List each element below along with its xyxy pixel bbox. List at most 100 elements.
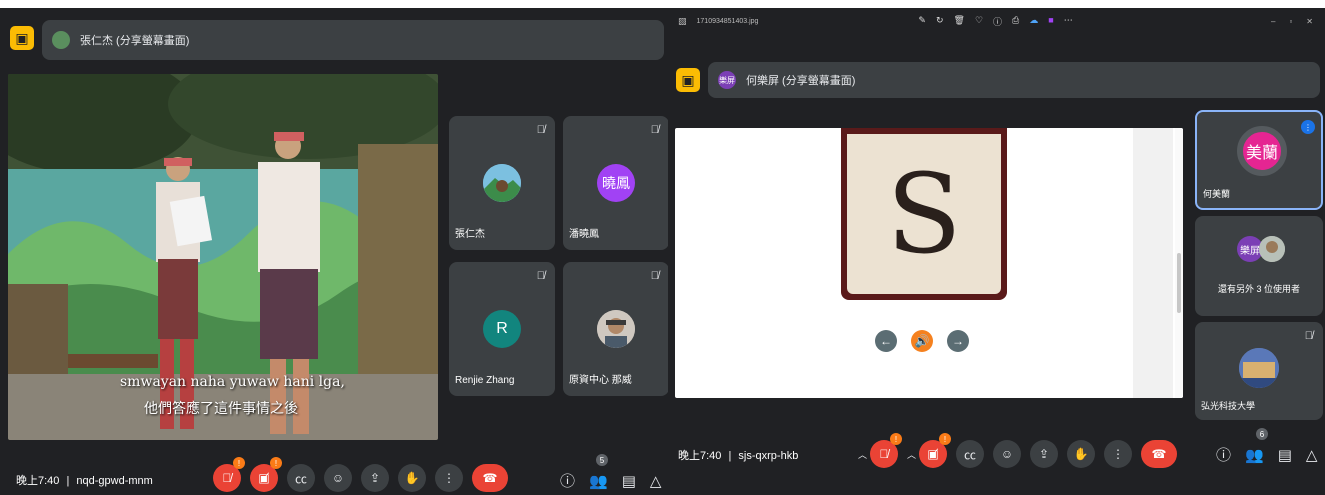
letter-card-inner: S bbox=[847, 134, 1001, 294]
viewer-toolbar: ✎ ↻ 🗑 ♡ ⓘ ⎙ ☁ ■ ⋯ bbox=[918, 15, 1072, 28]
emoji-button[interactable]: ☺ bbox=[993, 440, 1022, 468]
activities-icon[interactable]: △ bbox=[1306, 446, 1318, 464]
activities-icon[interactable]: △ bbox=[650, 472, 662, 490]
participant-tile[interactable]: 🎙̸ 曉鳳 潘曉鳳 bbox=[563, 116, 668, 250]
avatar bbox=[1259, 236, 1285, 262]
avatar-photo bbox=[1259, 236, 1285, 262]
participant-name: 何美蘭 bbox=[1203, 189, 1231, 199]
minimize-icon[interactable]: – bbox=[1271, 17, 1275, 26]
more-options-button[interactable]: ⋮ bbox=[435, 464, 463, 492]
favorite-icon[interactable]: ♡ bbox=[975, 15, 983, 28]
separator: | bbox=[66, 475, 70, 487]
chat-icon[interactable]: ▤ bbox=[1278, 446, 1292, 464]
people-icon[interactable]: 👥 bbox=[589, 472, 608, 490]
chevron-up-icon[interactable]: ︿ bbox=[858, 448, 867, 461]
participant-tile[interactable]: 🎙̸ 原資中心 那威 bbox=[563, 262, 668, 396]
participant-name: 潘曉鳳 bbox=[569, 229, 599, 240]
mic-off-icon: 🎙̸ bbox=[536, 124, 545, 136]
others-tile[interactable]: 樂屏 還有另外 3 位使用者 bbox=[1195, 216, 1323, 316]
chevron-up-icon[interactable]: ︿ bbox=[907, 448, 916, 461]
rotate-icon[interactable]: ↻ bbox=[936, 15, 944, 28]
people-count-badge: 6 bbox=[1256, 428, 1268, 440]
letter-card: S bbox=[841, 128, 1007, 300]
presenter-bar: 樂屏 何樂屏 (分享螢幕畫面) bbox=[708, 62, 1320, 98]
viewer-titlebar: ▧ 1710934851403.jpg ✎ ↻ 🗑 ♡ ⓘ ⎙ ☁ ■ ⋯ – … bbox=[668, 8, 1325, 34]
people-count-badge: 5 bbox=[596, 454, 608, 466]
separator: | bbox=[728, 450, 732, 462]
presenter-avatar: 樂屏 bbox=[718, 71, 736, 89]
control-bar: 🎙̸! ▣̸! ㏄ ☺ ⇪ ✋ ⋮ ☎ bbox=[213, 457, 508, 492]
edit-icon[interactable]: ✎ bbox=[918, 15, 926, 28]
alert-badge: ! bbox=[233, 457, 245, 469]
avatar: 美蘭 bbox=[1237, 126, 1287, 176]
side-icons: ⓘ 👥 ▤ △ bbox=[560, 470, 661, 491]
present-button[interactable]: ⇪ bbox=[361, 464, 389, 492]
more-icon[interactable]: ⋯ bbox=[1064, 15, 1073, 28]
leave-call-button[interactable]: ☎ bbox=[472, 464, 508, 492]
presenter-bar: 張仁杰 (分享螢幕畫面) bbox=[42, 20, 664, 60]
avatar bbox=[483, 164, 521, 202]
slide-nav: ← 🔊 → bbox=[875, 330, 969, 352]
mic-off-icon: 🎙̸ bbox=[1304, 330, 1313, 342]
raise-hand-button[interactable]: ✋ bbox=[1067, 440, 1096, 468]
participant-tile-speaking[interactable]: 美蘭 ⋮ 何美蘭 bbox=[1195, 110, 1323, 210]
participant-tile[interactable]: 🎙̸ 張仁杰 bbox=[449, 116, 555, 250]
present-button[interactable]: ⇪ bbox=[1030, 440, 1059, 468]
mic-toggle-button[interactable]: 🎙̸! bbox=[213, 457, 245, 492]
slide-letter: S bbox=[886, 150, 962, 278]
participant-name: Renjie Zhang bbox=[455, 375, 515, 386]
others-label: 還有另外 3 位使用者 bbox=[1217, 284, 1300, 294]
chat-icon[interactable]: ▤ bbox=[622, 472, 636, 490]
avatar: R bbox=[483, 310, 521, 348]
presenter-label: 何樂屏 (分享螢幕畫面) bbox=[746, 75, 856, 87]
participant-name: 張仁杰 bbox=[455, 229, 485, 240]
more-options-button[interactable]: ⋮ bbox=[1104, 440, 1133, 468]
info-icon[interactable]: ⓘ bbox=[1216, 444, 1231, 465]
speaking-indicator-icon: ⋮ bbox=[1301, 120, 1315, 134]
participant-name: 弘光科技大學 bbox=[1201, 401, 1256, 411]
participant-tile[interactable]: 🎙̸ R Renjie Zhang bbox=[449, 262, 555, 396]
captions-button[interactable]: ㏄ bbox=[287, 464, 315, 492]
control-bar: ︿ 🎙̸! ︿ ▣̸! ㏄ ☺ ⇪ ✋ ⋮ ☎ bbox=[858, 433, 1178, 468]
info-icon[interactable]: ⓘ bbox=[993, 15, 1002, 28]
presenter-avatar bbox=[52, 31, 70, 49]
next-arrow-icon[interactable]: → bbox=[947, 330, 969, 352]
camera-toggle-button[interactable]: ▣̸! bbox=[250, 457, 282, 492]
presentation-icon[interactable]: ▣ bbox=[10, 26, 34, 50]
avatar-photo bbox=[597, 310, 635, 348]
emoji-button[interactable]: ☺ bbox=[324, 464, 352, 492]
delete-icon[interactable]: 🗑 bbox=[954, 15, 965, 28]
clock: 晚上7:40 bbox=[16, 475, 60, 487]
shared-slide: S ← 🔊 → bbox=[675, 128, 1183, 398]
left-meet-screen: ▣ 張仁杰 (分享螢幕畫面) smwayan naha yuwaw hani l… bbox=[0, 8, 668, 495]
print-icon[interactable]: ⎙ bbox=[1012, 15, 1019, 28]
meeting-info: 晚上7:40 | nqd-gpwd-mnm bbox=[16, 472, 153, 488]
mic-off-icon: 🎙̸ bbox=[536, 270, 545, 282]
app-icon[interactable]: ■ bbox=[1048, 15, 1053, 28]
mic-toggle-button[interactable]: 🎙̸! bbox=[870, 433, 903, 468]
caption-line-1: smwayan naha yuwaw hani lga, bbox=[120, 374, 345, 390]
leave-call-button[interactable]: ☎ bbox=[1141, 440, 1178, 468]
maximize-icon[interactable]: ▫ bbox=[1289, 17, 1292, 26]
people-icon[interactable]: 👥 bbox=[1245, 446, 1264, 464]
prev-arrow-icon[interactable]: ← bbox=[875, 330, 897, 352]
alert-badge: ! bbox=[270, 457, 282, 469]
camera-toggle-button[interactable]: ▣̸! bbox=[919, 433, 952, 468]
meeting-code: sjs-qxrp-hkb bbox=[738, 450, 799, 462]
info-icon[interactable]: ⓘ bbox=[560, 470, 575, 491]
close-icon[interactable]: ✕ bbox=[1306, 17, 1313, 26]
audio-icon[interactable]: 🔊 bbox=[911, 330, 933, 352]
file-title: 1710934851403.jpg bbox=[696, 17, 759, 25]
image-file-icon: ▧ bbox=[678, 15, 687, 26]
captions-button[interactable]: ㏄ bbox=[956, 440, 985, 468]
scrollbar-thumb[interactable] bbox=[1177, 253, 1181, 313]
scrollbar[interactable] bbox=[1175, 128, 1183, 398]
participant-tile[interactable]: 🎙̸ 弘光科技大學 bbox=[1195, 322, 1323, 420]
cloud-icon[interactable]: ☁ bbox=[1029, 15, 1038, 28]
right-meet-screen: ▧ 1710934851403.jpg ✎ ↻ 🗑 ♡ ⓘ ⎙ ☁ ■ ⋯ – … bbox=[668, 8, 1325, 495]
meeting-code: nqd-gpwd-mnm bbox=[76, 475, 153, 487]
presentation-icon[interactable]: ▣ bbox=[676, 68, 700, 92]
raise-hand-button[interactable]: ✋ bbox=[398, 464, 426, 492]
shared-video: smwayan naha yuwaw hani lga, 他們答應了這件事情之後 bbox=[8, 74, 438, 440]
mic-off-icon: 🎙̸ bbox=[650, 270, 659, 282]
